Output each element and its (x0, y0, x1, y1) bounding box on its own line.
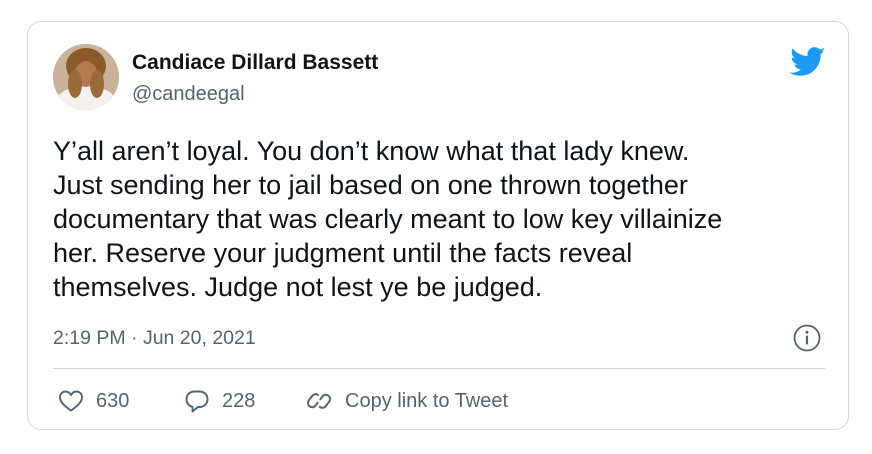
author-handle[interactable]: @candeegal (132, 83, 245, 106)
info-icon[interactable] (793, 324, 821, 352)
like-count: 630 (96, 389, 130, 412)
tweet-text: Y’all aren’t loyal. You don’t know what … (53, 136, 723, 302)
reply-button[interactable]: 228 (184, 386, 255, 416)
tweet-timestamp[interactable]: 2:19 PM · Jun 20, 2021 (53, 327, 256, 350)
author-display-name[interactable]: Candiace Dillard Bassett (132, 51, 378, 75)
tweet-card: Candiace Dillard Bassett @candeegal Y’al… (27, 21, 849, 430)
like-button[interactable]: 630 (58, 386, 129, 416)
twitter-bird-icon[interactable] (789, 47, 826, 77)
copy-link-label: Copy link to Tweet (345, 389, 509, 412)
avatar[interactable] (53, 44, 119, 110)
avatar-photo (53, 44, 119, 110)
link-icon (306, 393, 332, 409)
heart-icon (59, 390, 83, 412)
divider (53, 368, 825, 369)
speech-bubble-icon (185, 390, 209, 412)
reply-count: 228 (222, 389, 256, 412)
copy-link-button[interactable]: Copy link to Tweet (305, 386, 508, 416)
